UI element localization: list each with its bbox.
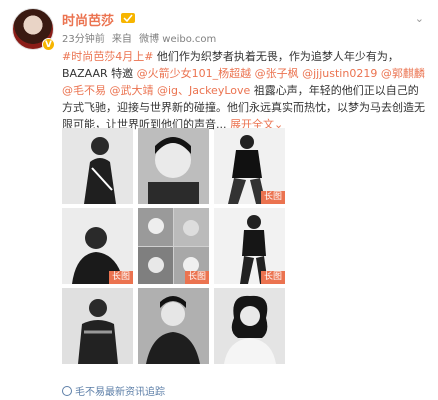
post-source: 微博 weibo.com [139,34,217,45]
chevron-down-icon[interactable]: ⌄ [415,12,424,25]
mention-link[interactable]: @毛不易 [62,84,106,97]
long-image-tag: 长图 [260,191,285,204]
long-image-tag: 长图 [260,271,285,284]
mention-link[interactable]: @ig、JackeyLove [157,84,250,97]
post-meta: 23分钟前 来自 微博 weibo.com [62,30,220,45]
post-image[interactable] [62,128,133,204]
post-text: #时尚芭莎4月上# 他们作为织梦者执着无畏，作为追梦人年少有为，BAZAAR 特… [62,48,428,133]
mention-link[interactable]: @张子枫 [255,67,299,80]
mention-link[interactable]: @火箭少女101_杨超越 [137,67,252,80]
post-image[interactable]: 长图 [214,128,285,204]
post-time[interactable]: 23分钟前 [62,34,105,45]
post-image[interactable]: 长图 [62,208,133,284]
post-image[interactable] [138,288,209,364]
footer-text: 毛不易最新资讯追踪 [75,387,165,398]
mention-link[interactable]: @jjjustin0219 [302,67,377,80]
verified-v-icon: V [42,38,55,51]
post-image[interactable]: 长图 [214,208,285,284]
post-image[interactable] [62,288,133,364]
verified-badge-icon [121,13,135,23]
author-name[interactable]: 时尚芭莎 [62,10,114,29]
footer-tracking-link[interactable]: 毛不易最新资讯追踪 [62,383,165,398]
post-image[interactable] [138,128,209,204]
tracking-circle-icon [62,386,72,396]
long-image-tag: 长图 [184,271,209,284]
post-image[interactable] [214,288,285,364]
source-prefix: 来自 [111,34,132,45]
topic-link[interactable]: #时尚芭莎4月上# [62,50,153,63]
mention-link[interactable]: @郭麒麟 [381,67,425,80]
long-image-tag: 长图 [108,271,133,284]
mention-link[interactable]: @武大靖 [110,84,154,97]
post-image[interactable]: 长图 [138,208,209,284]
